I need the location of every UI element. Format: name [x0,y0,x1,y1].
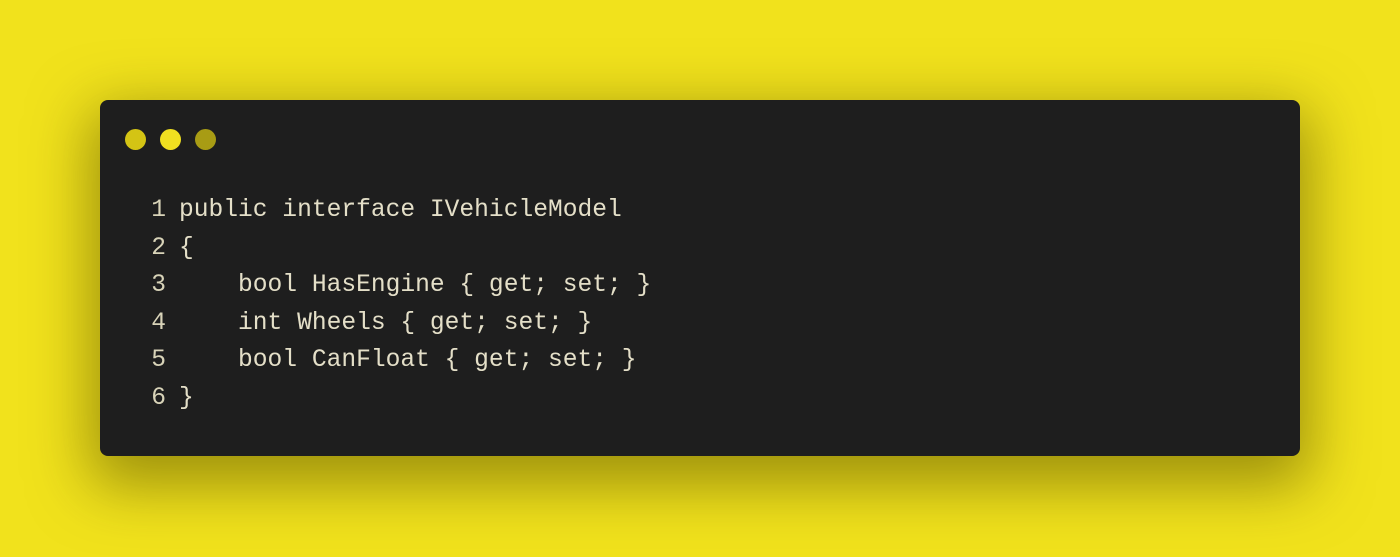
line-number: 4 [151,309,166,337]
code-line: 3 bool HasEngine { get; set; } [148,267,651,305]
close-dot-icon [125,129,146,150]
line-number: 2 [151,234,166,262]
line-number: 6 [151,384,166,412]
code-block: 1 public interface IVehicleModel 2{ 3 boo… [148,192,651,418]
code-line: 6} [148,380,651,418]
line-text: public interface IVehicleModel [179,197,622,224]
code-line: 2{ [148,230,651,268]
code-line: 4 int Wheels { get; set; } [148,305,651,343]
code-window: 1 public interface IVehicleModel 2{ 3 boo… [100,100,1300,456]
line-text: { [179,234,194,262]
code-line: 5 bool CanFloat { get; set; } [148,342,651,380]
line-text: } [179,384,194,412]
maximize-dot-icon [195,129,216,150]
line-number: 5 [151,347,166,375]
line-number: 1 [151,197,166,224]
code-line: 1 public interface IVehicleModel [148,192,651,230]
line-number: 3 [151,272,166,300]
line-text: bool HasEngine { get; set; } [179,272,652,300]
minimize-dot-icon [160,129,181,150]
line-text: bool CanFloat { get; set; } [179,347,637,375]
line-text: int Wheels { get; set; } [179,309,593,337]
